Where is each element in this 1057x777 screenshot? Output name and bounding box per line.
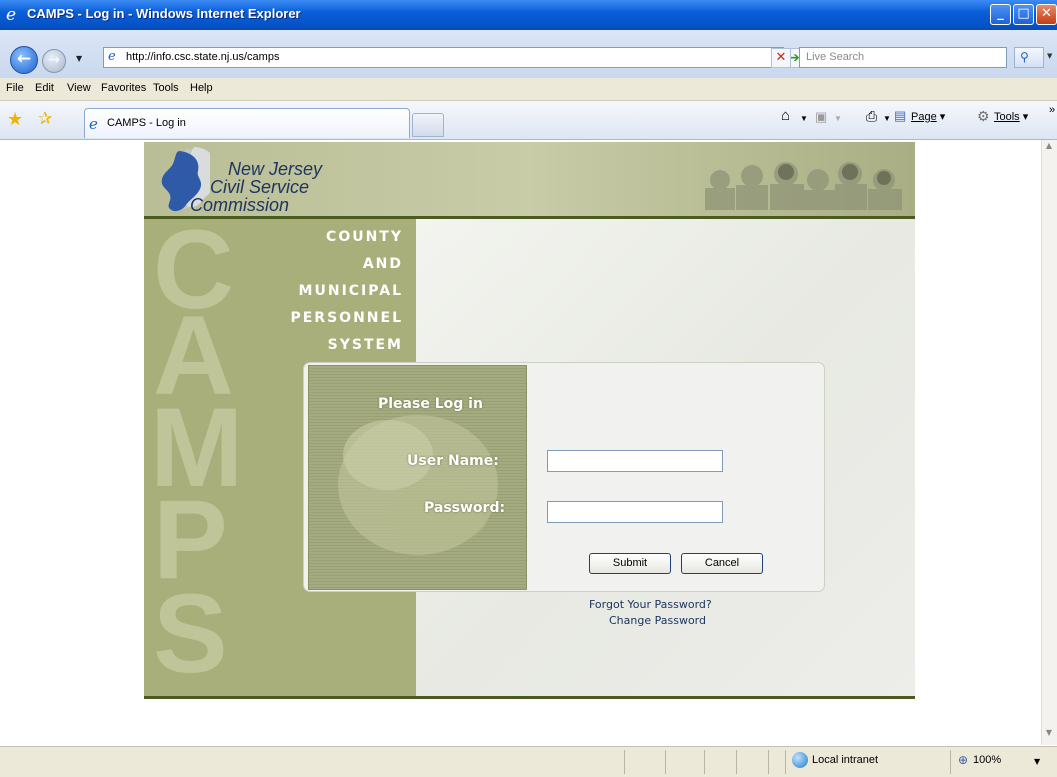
chevron-more-icon[interactable]: » <box>1049 104 1055 116</box>
status-divider <box>785 750 786 774</box>
login-heading: Please Log in <box>378 396 483 412</box>
org-line-2: Civil Service <box>210 177 310 197</box>
menu-edit[interactable]: Edit <box>35 82 54 94</box>
password-label: Password: <box>424 500 506 516</box>
search-options-dropdown[interactable]: ▼ <box>1047 52 1052 60</box>
recent-pages-dropdown[interactable]: ▼ <box>76 54 82 63</box>
menu-view[interactable]: View <box>67 82 91 94</box>
minimize-button[interactable]: _ <box>990 4 1011 25</box>
zoom-icon[interactable]: ⊕ <box>958 753 968 767</box>
window-title: CAMPS - Log in - Windows Internet Explor… <box>27 6 301 21</box>
org-line-1: New Jersey <box>228 159 323 179</box>
system-word-personnel: PERSONNEL <box>290 310 403 326</box>
menu-favorites[interactable]: Favorites <box>101 82 146 94</box>
forgot-password-link[interactable]: Forgot Your Password? <box>589 598 712 611</box>
address-url: http://info.csc.state.nj.us/camps <box>126 51 280 63</box>
status-divider <box>736 750 737 774</box>
home-icon[interactable]: ⌂ <box>781 107 790 124</box>
password-field[interactable] <box>547 501 723 523</box>
menu-help[interactable]: Help <box>190 82 213 94</box>
print-dropdown[interactable]: ▼ <box>883 114 891 123</box>
gear-icon[interactable]: ⚙ <box>977 108 990 125</box>
feeds-dropdown[interactable]: ▼ <box>834 114 842 123</box>
tab-label: CAMPS - Log in <box>107 117 186 129</box>
status-bar <box>0 746 1057 777</box>
stop-button-x[interactable]: ✕ <box>771 48 791 68</box>
status-divider <box>624 750 625 774</box>
people-montage-image <box>705 162 902 210</box>
page-icon[interactable]: ▤ <box>894 108 906 124</box>
security-zone-label[interactable]: Local intranet <box>812 754 878 766</box>
intranet-globe-icon <box>792 752 808 768</box>
close-button[interactable]: ✕ <box>1036 4 1057 25</box>
submit-button[interactable]: Submit <box>589 553 671 574</box>
tab-camps-login[interactable]: e CAMPS - Log in <box>84 108 410 138</box>
status-divider <box>950 750 951 774</box>
cancel-button[interactable]: Cancel <box>681 553 763 574</box>
username-field[interactable] <box>547 450 723 472</box>
feeds-icon[interactable]: ▣ <box>815 109 827 125</box>
big-letter-s: S <box>153 571 228 696</box>
new-tab-button[interactable] <box>412 113 444 137</box>
scroll-up-arrow[interactable]: ▲ <box>1042 141 1056 156</box>
system-word-county: COUNTY <box>326 229 403 245</box>
footer-divider <box>144 696 915 699</box>
change-password-link[interactable]: Change Password <box>609 614 706 627</box>
ie-logo-icon: e <box>6 5 17 25</box>
zoom-level[interactable]: 100% <box>973 754 1001 766</box>
back-button[interactable]: ← <box>10 46 38 74</box>
title-bar: e CAMPS - Log in - Windows Internet Expl… <box>0 0 1057 30</box>
system-word-and: AND <box>362 256 403 272</box>
address-field[interactable]: e http://info.csc.state.nj.us/camps ▼ <box>103 47 885 68</box>
page-icon: e <box>108 49 116 64</box>
username-label: User Name: <box>407 453 499 469</box>
scroll-down-arrow[interactable]: ▼ <box>1042 728 1056 743</box>
status-divider <box>768 750 769 774</box>
zoom-dropdown[interactable]: ▼ <box>1034 757 1040 766</box>
favorites-center-icon[interactable]: ★ <box>7 109 23 130</box>
tools-menu[interactable]: Tools ▾ <box>994 110 1028 123</box>
maximize-button[interactable]: □ <box>1013 4 1034 25</box>
system-word-system: SYSTEM <box>327 337 403 353</box>
commission-name: New Jersey Civil Service Commission <box>190 160 322 214</box>
page-menu[interactable]: Page ▾ <box>911 110 945 123</box>
system-word-municipal: MUNICIPAL <box>298 283 403 299</box>
menu-file[interactable]: File <box>6 82 24 94</box>
status-divider <box>665 750 666 774</box>
add-favorites-icon[interactable]: ✰ <box>38 109 52 129</box>
search-icon[interactable]: ⚲ <box>1014 47 1044 68</box>
vertical-scrollbar[interactable] <box>1041 140 1057 745</box>
menu-tools[interactable]: Tools <box>153 82 179 94</box>
search-input[interactable]: Live Search <box>799 47 1007 68</box>
status-divider <box>704 750 705 774</box>
print-icon[interactable]: ⎙ <box>866 108 877 125</box>
tab-ie-icon: e <box>89 115 98 133</box>
forward-button[interactable]: → <box>42 49 66 73</box>
home-dropdown[interactable]: ▼ <box>800 114 808 123</box>
